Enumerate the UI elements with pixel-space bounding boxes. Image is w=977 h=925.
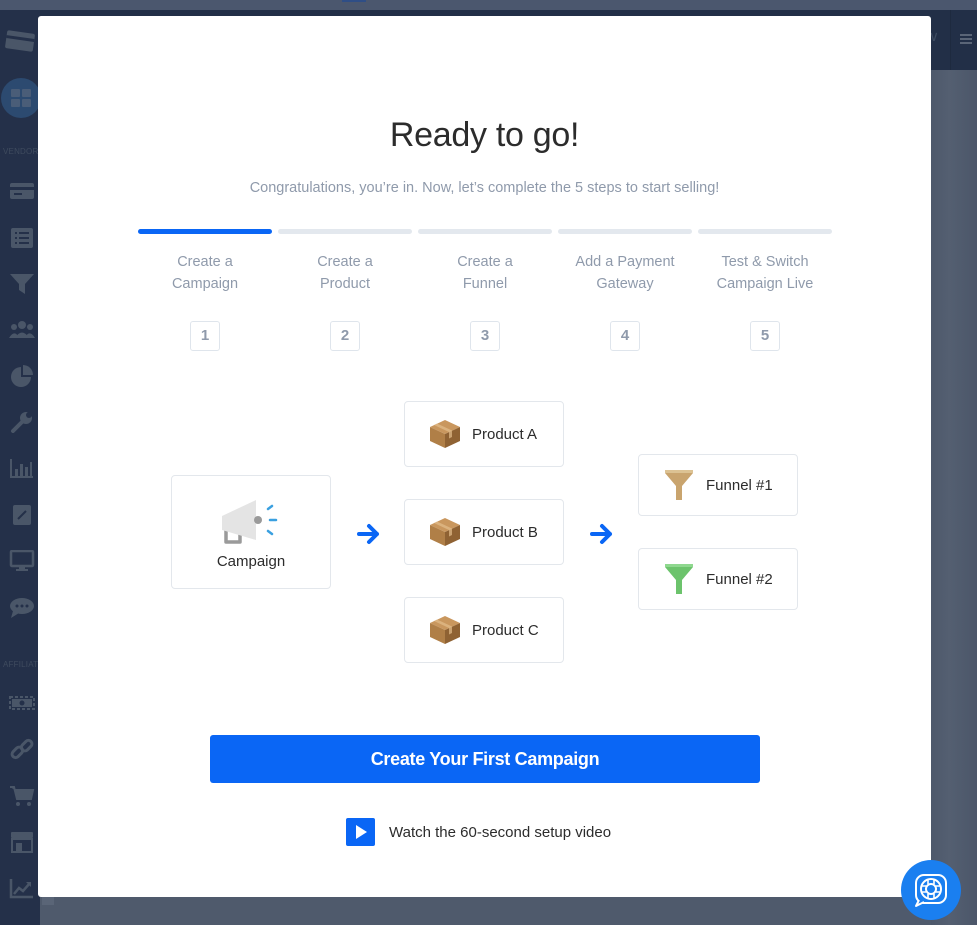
sidebar-section-vendor: VENDOR (3, 147, 39, 156)
step-number: 5 (750, 321, 780, 351)
campaign-card: Campaign (171, 475, 331, 589)
step-label: Add a Payment Gateway (575, 254, 675, 292)
arrow-right-icon (357, 524, 379, 544)
hamburger-menu-icon[interactable] (960, 34, 972, 44)
tab-indicator (342, 0, 366, 2)
cart-icon[interactable] (9, 785, 35, 807)
onboarding-modal: Ready to go! Congratulations, you’re in.… (38, 16, 931, 897)
sidebar-item-dashboard[interactable] (1, 78, 41, 118)
product-label: Product A (472, 425, 538, 443)
step-progress: Create a Campaign 1 Create a Product 2 Cre… (138, 229, 832, 359)
product-label: Product C (472, 621, 539, 639)
campaign-label: Campaign (216, 553, 286, 570)
box-icon (430, 518, 460, 546)
funnel-label: Funnel #1 (706, 476, 773, 494)
play-icon (346, 818, 375, 846)
step-2[interactable]: Create a Product 2 (278, 229, 412, 359)
create-first-campaign-button[interactable]: Create Your First Campaign (210, 735, 760, 783)
wrench-icon[interactable] (9, 411, 35, 433)
funnel-card: Funnel #1 (638, 454, 798, 516)
funnel-icon (665, 470, 693, 500)
step-5[interactable]: Test & Switch Campaign Live 5 (698, 229, 832, 359)
step-number: 4 (610, 321, 640, 351)
step-number: 3 (470, 321, 500, 351)
step-number: 1 (190, 321, 220, 351)
chat-icon[interactable] (9, 597, 35, 619)
credit-card-icon[interactable] (9, 180, 35, 202)
store-icon[interactable] (9, 831, 35, 853)
box-icon (430, 420, 460, 448)
step-label: Test & Switch Campaign Live (716, 254, 814, 292)
product-card: Product A (404, 401, 564, 467)
money-icon[interactable] (9, 692, 35, 714)
product-label: Product B (472, 523, 538, 541)
box-icon (430, 616, 460, 644)
users-icon[interactable] (9, 318, 35, 340)
product-card: Product B (404, 499, 564, 565)
step-progress-bar (558, 229, 692, 234)
step-progress-bar (698, 229, 832, 234)
sidebar-section-affiliate: AFFILIATE (3, 660, 40, 669)
help-support-button[interactable] (901, 860, 961, 920)
watch-setup-video-link[interactable]: Watch the 60-second setup video (346, 818, 611, 846)
funnel-card: Funnel #2 (638, 548, 798, 610)
dimmed-main-content (931, 70, 977, 925)
list-icon[interactable] (9, 227, 35, 249)
bar-chart-icon[interactable] (9, 457, 35, 479)
monitor-icon[interactable] (9, 550, 35, 572)
lifebuoy-chat-icon (915, 874, 947, 907)
step-progress-bar (278, 229, 412, 234)
header-divider (950, 10, 951, 70)
step-4[interactable]: Add a Payment Gateway 4 (558, 229, 692, 359)
step-1[interactable]: Create a Campaign 1 (138, 229, 272, 359)
step-3[interactable]: Create a Funnel 3 (418, 229, 552, 359)
funnel-icon (665, 564, 693, 594)
sidebar: VENDOR AFFILIATE (0, 10, 41, 925)
trending-chart-icon[interactable] (9, 877, 35, 899)
step-progress-bar (418, 229, 552, 234)
modal-title: Ready to go! (389, 116, 580, 154)
browser-top-strip (0, 0, 977, 10)
step-label: Create a Funnel (457, 254, 513, 292)
link-icon[interactable] (9, 738, 35, 760)
video-link-label: Watch the 60-second setup video (389, 823, 612, 841)
pie-chart-icon[interactable] (9, 365, 35, 387)
edit-icon[interactable] (9, 504, 35, 526)
arrow-right-icon (590, 524, 612, 544)
funnel-label: Funnel #2 (706, 570, 773, 588)
credit-card-logo-icon[interactable] (4, 28, 36, 54)
step-label: Create a Campaign (171, 254, 239, 292)
step-number: 2 (330, 321, 360, 351)
modal-subtitle: Congratulations, you’re in. Now, let’s c… (249, 180, 720, 196)
step-label: Create a Product (317, 254, 373, 292)
product-card: Product C (404, 597, 564, 663)
dashboard-grid-icon (11, 89, 31, 107)
megaphone-icon (222, 500, 278, 544)
dimmed-main-bottom (40, 897, 931, 925)
step-progress-bar (138, 229, 272, 234)
funnel-icon[interactable] (9, 273, 35, 295)
